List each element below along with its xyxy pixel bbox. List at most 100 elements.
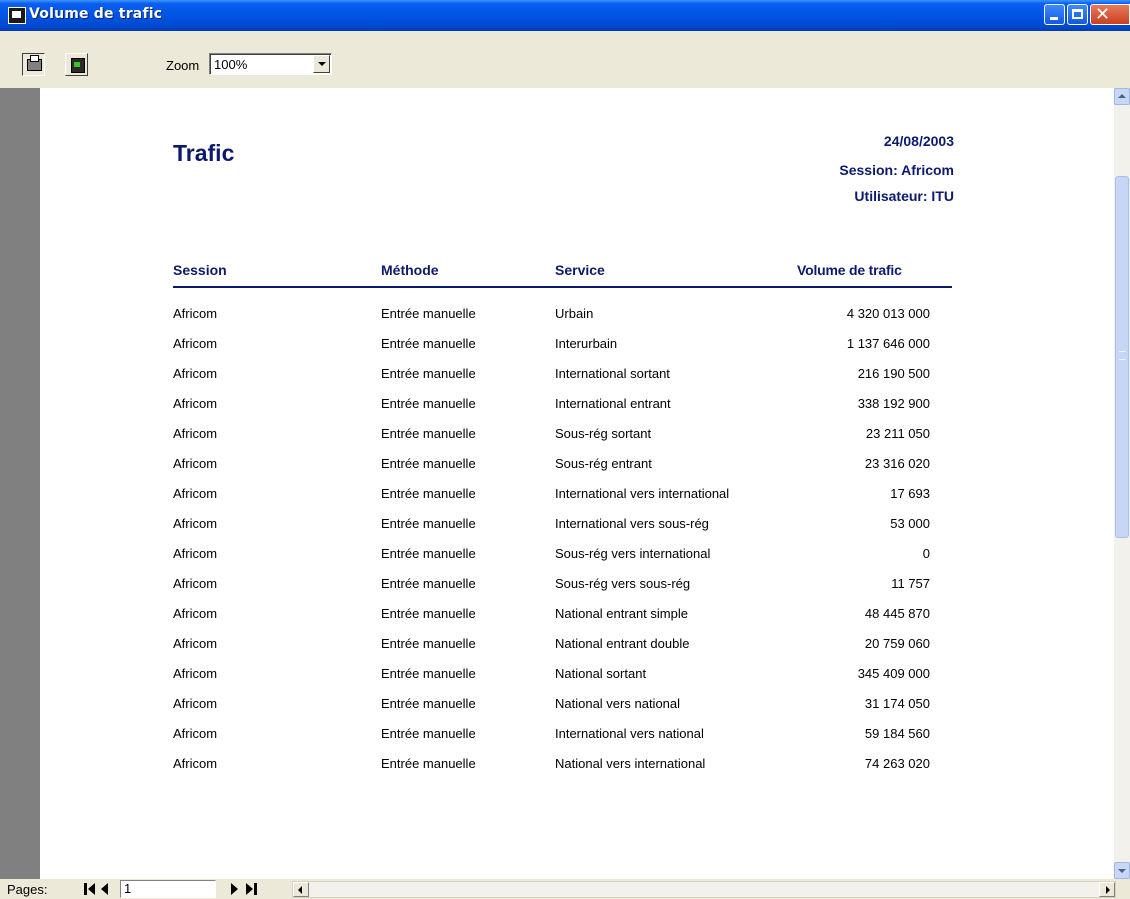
close-button[interactable]: ✕ — [1090, 4, 1130, 25]
cell-session: Africom — [173, 696, 218, 711]
scroll-right-icon[interactable] — [1099, 882, 1115, 897]
cell-service: Sous-rég vers sous-rég — [555, 576, 691, 591]
cell-methode: Entrée manuelle — [381, 486, 476, 501]
cell-volume: 338 192 900 — [857, 396, 930, 411]
cell-session: Africom — [173, 726, 218, 741]
cell-service: National sortant — [555, 666, 647, 681]
cell-session: Africom — [173, 366, 218, 381]
table-row: Africom Entrée manuelle Sous-rég vers inte… — [40, 546, 1040, 576]
first-page-icon[interactable] — [84, 883, 98, 895]
cell-session: Africom — [173, 516, 218, 531]
cell-service: International vers international — [555, 486, 730, 501]
cell-volume: 216 190 500 — [857, 366, 930, 381]
column-header-volume: Volume de trafic — [797, 262, 902, 278]
vertical-scrollbar[interactable] — [1114, 88, 1130, 879]
cell-volume: 48 445 870 — [864, 606, 930, 621]
cell-methode: Entrée manuelle — [381, 426, 476, 441]
cell-service: National vers international — [555, 756, 706, 771]
vertical-scroll-thumb[interactable] — [1115, 176, 1129, 538]
table-row: Africom Entrée manuelle National vers nati… — [40, 696, 1040, 726]
print-button[interactable] — [22, 53, 45, 76]
cell-volume: 53 000 — [890, 516, 930, 531]
cell-service: Interurbain — [555, 336, 618, 351]
title-bar[interactable]: Volume de trafic ✕ — [0, 0, 1130, 31]
window-title: Volume de trafic — [29, 6, 163, 22]
cell-service: National entrant simple — [555, 606, 688, 621]
scroll-down-icon[interactable] — [1114, 862, 1130, 879]
cell-volume: 23 211 050 — [865, 426, 930, 441]
cell-service: Sous-rég vers international — [555, 546, 711, 561]
cell-methode: Entrée manuelle — [381, 516, 476, 531]
cell-session: Africom — [173, 396, 218, 411]
cell-volume: 0 — [922, 546, 930, 561]
cell-volume: 345 409 000 — [857, 666, 930, 681]
cell-service: International sortant — [555, 366, 670, 381]
cell-methode: Entrée manuelle — [381, 456, 476, 471]
table-row: Africom Entrée manuelle Interurbain 1 137 6… — [40, 336, 1040, 366]
cell-service: International entrant — [555, 396, 671, 411]
chevron-down-icon[interactable] — [313, 55, 330, 73]
cell-volume: 11 757 — [891, 576, 930, 591]
cell-session: Africom — [173, 576, 218, 591]
report-window-icon[interactable] — [8, 7, 26, 24]
table-row: Africom Entrée manuelle National vers inte… — [40, 756, 1040, 786]
page-number-input[interactable]: 1 — [120, 880, 216, 898]
zoom-select[interactable]: 100% — [209, 53, 332, 75]
preview-gutter — [0, 88, 40, 879]
cell-service: International vers national — [555, 726, 704, 741]
column-header-service: Service — [555, 262, 605, 278]
cell-session: Africom — [173, 306, 218, 321]
table-row: Africom Entrée manuelle Urbain 4 320 013 00… — [40, 306, 1040, 336]
cell-methode: Entrée manuelle — [381, 726, 476, 741]
column-header-session: Session — [173, 262, 227, 278]
toolbar: Zoom 100% — [0, 31, 1130, 88]
cell-methode: Entrée manuelle — [381, 366, 476, 381]
cell-session: Africom — [173, 606, 218, 621]
report-title: Trafic — [173, 140, 235, 166]
cell-session: Africom — [173, 636, 218, 651]
cell-volume: 23 316 020 — [864, 456, 930, 471]
cell-methode: Entrée manuelle — [381, 666, 476, 681]
cell-volume: 59 184 560 — [864, 726, 930, 741]
minimize-icon — [1050, 17, 1058, 20]
table-row: Africom Entrée manuelle Sous-rég sortant 23… — [40, 426, 1040, 456]
cell-methode: Entrée manuelle — [381, 336, 476, 351]
cell-service: Sous-rég entrant — [555, 456, 652, 471]
report-page: Trafic 24/08/2003 Session: Africom Utili… — [40, 88, 1114, 879]
cell-volume: 1 137 646 000 — [846, 336, 930, 351]
minimize-button[interactable] — [1044, 4, 1065, 25]
cell-session: Africom — [173, 666, 218, 681]
cell-volume: 74 263 020 — [864, 756, 930, 771]
cell-volume: 31 174 050 — [864, 696, 930, 711]
horizontal-scrollbar[interactable] — [292, 881, 1116, 898]
cell-service: Urbain — [555, 306, 594, 321]
close-icon: ✕ — [1095, 4, 1111, 25]
table-row: Africom Entrée manuelle National entrant s… — [40, 606, 1040, 636]
table-row: Africom Entrée manuelle National sortant 34… — [40, 666, 1040, 696]
last-page-icon[interactable] — [246, 883, 260, 895]
next-page-icon[interactable] — [231, 883, 239, 895]
maximize-button[interactable] — [1067, 4, 1088, 25]
previous-page-icon[interactable] — [101, 883, 109, 895]
table-row: Africom Entrée manuelle International entr… — [40, 396, 1040, 426]
scroll-left-icon[interactable] — [293, 882, 309, 897]
cell-volume: 20 759 060 — [864, 636, 930, 651]
cell-service: National vers national — [555, 696, 681, 711]
table-row: Africom Entrée manuelle International vers… — [40, 486, 1040, 516]
page-setup-button[interactable] — [65, 53, 88, 76]
scroll-up-icon[interactable] — [1114, 88, 1130, 105]
cell-session: Africom — [173, 456, 218, 471]
table-row: Africom Entrée manuelle Sous-rég entrant 23… — [40, 456, 1040, 486]
table-row: Africom Entrée manuelle International vers… — [40, 726, 1040, 756]
cell-session: Africom — [173, 336, 218, 351]
table-row: Africom Entrée manuelle National entrant d… — [40, 636, 1040, 666]
report-session: Session: Africom — [839, 162, 954, 178]
cell-methode: Entrée manuelle — [381, 756, 476, 771]
grip-icon — [1119, 351, 1126, 360]
cell-service: Sous-rég sortant — [555, 426, 652, 441]
cell-methode: Entrée manuelle — [381, 576, 476, 591]
table-row: Africom Entrée manuelle International vers… — [40, 516, 1040, 546]
report-date: 24/08/2003 — [883, 133, 954, 149]
printer-icon — [27, 55, 42, 71]
cell-methode: Entrée manuelle — [381, 396, 476, 411]
